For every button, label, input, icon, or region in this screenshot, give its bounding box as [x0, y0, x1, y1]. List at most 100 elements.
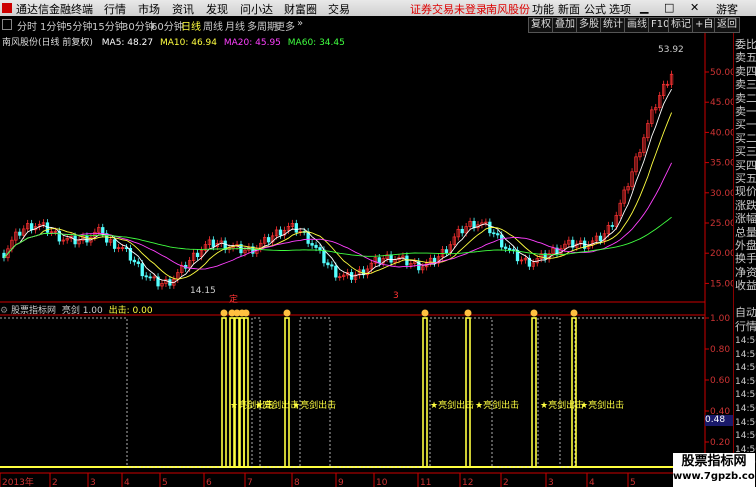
mark-button[interactable]: 标记 — [668, 17, 694, 33]
price-tick-label: 25.00 — [710, 219, 733, 229]
candle-body — [326, 262, 330, 266]
quote-label: 买四 — [735, 158, 756, 172]
date-tick-label: 11 — [420, 478, 431, 487]
candle-body — [322, 249, 326, 264]
candle-body — [472, 221, 476, 229]
tab-quotes[interactable]: 行情 — [735, 320, 756, 333]
more-chevron-icon[interactable]: » — [297, 18, 303, 29]
close-icon[interactable]: ✕ — [690, 1, 699, 14]
tab-auto[interactable]: 自动 — [735, 306, 756, 319]
signal-label: ★亮剑出击 — [292, 399, 336, 411]
watermark-logo: 股票指标网 www.7gpzb.com — [673, 453, 756, 487]
price-tick-label: 20.00 — [710, 249, 733, 259]
date-tick-label: 3 — [90, 478, 96, 487]
quote-label: 净资 — [735, 265, 756, 279]
date-tick-label: 6 — [206, 478, 212, 487]
price-tick-label: 40.00 — [710, 128, 733, 138]
quote-label: 现价 — [735, 185, 756, 199]
period-tab-weekly[interactable]: 周线 — [203, 18, 223, 33]
menu-trade[interactable]: 交易 — [328, 1, 350, 17]
watermark-url: www.7gpzb.com — [673, 471, 756, 482]
maximize-icon[interactable]: □ — [664, 1, 674, 14]
candle-body — [112, 239, 117, 249]
candle-body — [318, 247, 322, 251]
minimize-icon[interactable]: ▁ — [640, 1, 648, 14]
date-tick-label: 7 — [247, 478, 253, 487]
app-logo-icon — [2, 3, 12, 13]
quote-label: 外盘 — [735, 239, 756, 252]
menu-options[interactable]: 选项 — [609, 1, 631, 17]
ma60-label: MA60: 34.45 — [287, 38, 345, 48]
price-chart[interactable]: 50.00 45.00 40.00 35.00 30.00 25.00 20.00 15.00… — [0, 33, 733, 487]
menu-formula[interactable]: 公式 — [584, 1, 606, 17]
quote-label: 涨跌 — [735, 198, 756, 212]
menu-discover[interactable]: 发现 — [206, 1, 228, 17]
tick-time: 14:50 — [735, 336, 756, 346]
ma10-label: MA10: 46.94 — [159, 38, 217, 48]
candle-body — [144, 275, 148, 278]
title-bar: 通达信金融终端 行情 市场 资讯 发现 问小达 财富圈 交易 证券交易未登录 南… — [0, 0, 756, 16]
period-tab-daily[interactable]: 日线 — [181, 18, 201, 33]
candle-body — [377, 257, 381, 264]
quote-label: 换手 — [735, 252, 756, 266]
period-tab-1min[interactable]: 1分钟 — [40, 18, 66, 33]
signal-label: ★亮剑出击 — [540, 399, 584, 411]
candle-body — [132, 259, 137, 263]
period-tab-more[interactable]: 更多 — [275, 18, 295, 33]
candle-body — [136, 261, 140, 264]
date-tick-label: 9 — [338, 478, 344, 487]
signal-label: ★亮剑出击 — [430, 399, 474, 411]
quote-label: 委比 — [735, 38, 756, 51]
marker-3: 3 — [393, 291, 399, 301]
tick-time: 14:50 — [735, 349, 756, 360]
price-tick-label: 35.00 — [710, 159, 733, 169]
date-tick-label: 4 — [589, 478, 595, 487]
menu-quotes[interactable]: 行情 — [104, 1, 126, 17]
menu-new-page[interactable]: 新面 — [558, 1, 580, 17]
menu-function[interactable]: 功能 — [532, 1, 554, 17]
period-tab-multi[interactable]: 多周期 — [247, 18, 277, 33]
stock-name: 南风股份 — [486, 3, 530, 16]
guest-label[interactable]: 游客 — [716, 1, 738, 17]
indicator-title: 股票指标网 — [10, 306, 56, 316]
period-tab-15min[interactable]: 15分钟 — [92, 18, 125, 33]
tick-time: 14:50 — [735, 431, 756, 442]
multi-stock-button[interactable]: 多股 — [576, 17, 602, 33]
stats-button[interactable]: 统计 — [600, 17, 626, 33]
draw-line-button[interactable]: 画线 — [624, 17, 650, 33]
candle-body — [492, 232, 496, 235]
menu-market[interactable]: 市场 — [138, 1, 160, 17]
period-tab-30min[interactable]: 30分钟 — [122, 18, 155, 33]
menu-ask[interactable]: 问小达 — [240, 1, 273, 17]
quote-label: 买五 — [735, 172, 756, 185]
candle-body — [310, 243, 314, 246]
date-tick-label: 10 — [376, 478, 388, 487]
overlay-button[interactable]: 叠加 — [552, 17, 578, 33]
candle-body — [140, 263, 144, 277]
period-tab-intraday[interactable]: 分时 — [17, 18, 37, 33]
low-price-label: 14.15 — [190, 286, 216, 296]
indicator-current-value: 0.48 — [705, 415, 733, 426]
price-tick-label: 30.00 — [710, 189, 733, 199]
price-tick-label: 50.00 — [710, 68, 733, 78]
price-tick-label: 45.00 — [710, 98, 733, 108]
menu-wealth[interactable]: 财富圈 — [284, 1, 317, 17]
menu-news[interactable]: 资讯 — [172, 1, 194, 17]
indicator-tick-label: 1.00 — [710, 314, 730, 324]
login-notice[interactable]: 证券交易未登录 — [410, 1, 487, 17]
date-tick-label: 5 — [162, 478, 168, 487]
ma20-label: MA20: 45.95 — [223, 38, 281, 48]
layout-icon[interactable] — [2, 19, 12, 30]
back-button[interactable]: 返回 — [714, 17, 740, 33]
indicator-settings-icon[interactable]: ⚙ — [0, 306, 8, 316]
indicator-tick-label: 0.80 — [710, 345, 730, 355]
tick-time: 14:50 — [735, 417, 756, 428]
candle-body — [460, 228, 464, 234]
period-tab-5min[interactable]: 5分钟 — [66, 18, 92, 33]
period-tab-monthly[interactable]: 月线 — [225, 18, 245, 33]
adjust-button[interactable]: 复权 — [528, 17, 554, 33]
period-tab-60min[interactable]: 60分钟 — [151, 18, 184, 33]
date-tick-label: 2013年 — [2, 476, 34, 487]
date-tick-label: 2 — [52, 478, 58, 487]
quote-label: 卖四 — [735, 64, 756, 78]
